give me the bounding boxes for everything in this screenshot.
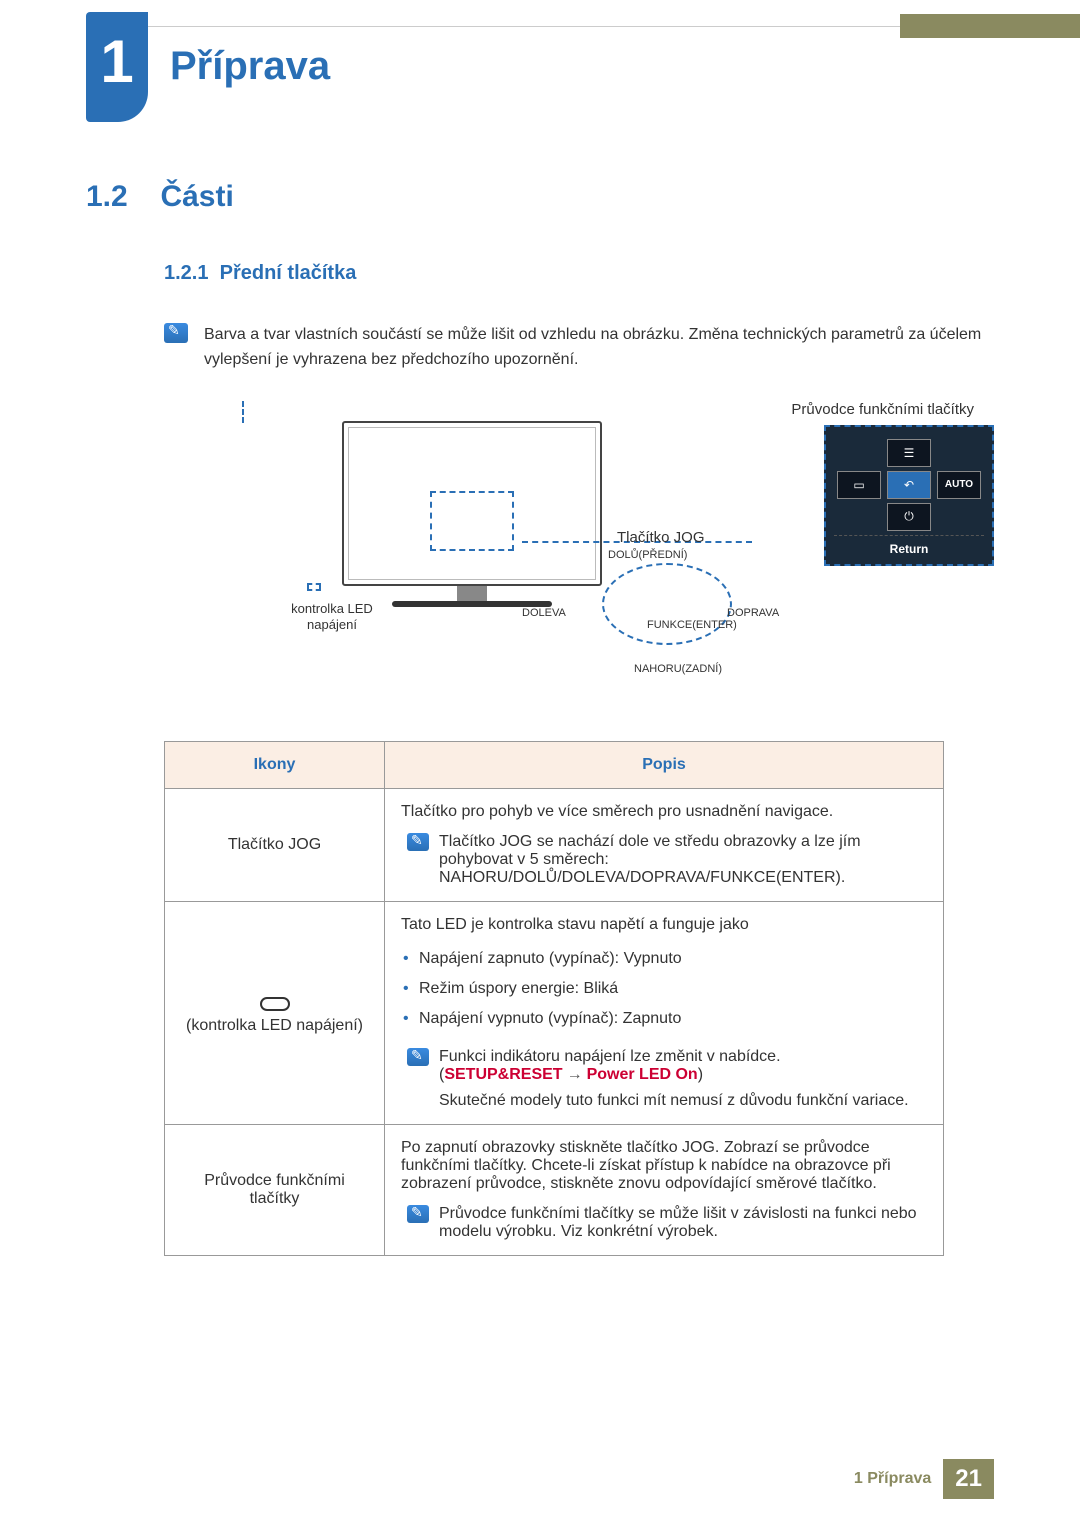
arrow-icon: → [563, 1066, 587, 1083]
menu-path-right: Power LED On [587, 1066, 698, 1083]
inner-note: Funkci indikátoru napájení lze změnit v … [407, 1048, 927, 1110]
guide-source-icon: ▭ [837, 471, 881, 499]
guide-back-icon: ↶ [887, 471, 931, 499]
desc-cell-led: Tato LED je kontrolka stavu napětí a fun… [385, 901, 944, 1124]
power-led-label: kontrolka LED napájení [272, 601, 392, 635]
icon-cell-guide: Průvodce funkčními tlačítky [165, 1124, 385, 1255]
onscreen-guide-callout [430, 491, 514, 551]
guide-return-label: Return [834, 535, 984, 556]
note-icon [407, 833, 429, 851]
function-key-guide-panel: ☰ ▭ ↶ AUTO ⏻ Return [824, 425, 994, 566]
guide-label: Průvodce funkčními tlačítky [791, 401, 974, 418]
note-icon [407, 1205, 429, 1223]
subsection-number: 1.2.1 [164, 262, 208, 284]
power-led-callout [307, 583, 321, 591]
monitor-diagram: Průvodce funkčními tlačítky kontrolka LE… [242, 401, 994, 711]
desc-main: Po zapnutí obrazovky stiskněte tlačítko … [401, 1139, 927, 1193]
header-accent-bar [900, 14, 1080, 38]
description-table: Ikony Popis Tlačítko JOG Tlačítko pro po… [164, 741, 944, 1256]
list-item: Napájení zapnuto (vypínač): Vypnuto [419, 944, 927, 974]
content-area: 1.2 Části 1.2.1 Přední tlačítka Barva a … [86, 180, 994, 1256]
led-label-line2: napájení [307, 617, 357, 632]
led-icon-label: (kontrolka LED napájení) [186, 1017, 363, 1034]
inner-note-text: Průvodce funkčními tlačítky se může liši… [439, 1205, 927, 1241]
table-row: Tlačítko JOG Tlačítko pro pohyb ve více … [165, 788, 944, 901]
desc-cell-jog: Tlačítko pro pohyb ve více směrech pro u… [385, 788, 944, 901]
list-item: Režim úspory energie: Bliká [419, 974, 927, 1004]
footer-page-number: 21 [943, 1459, 994, 1499]
note-icon [164, 323, 188, 343]
led-icon [260, 997, 290, 1011]
jog-button-label: Tlačítko JOG [617, 529, 705, 546]
list-item: Napájení vypnuto (vypínač): Zapnuto [419, 1004, 927, 1034]
icon-cell-jog: Tlačítko JOG [165, 788, 385, 901]
note-icon [407, 1048, 429, 1066]
subsection-title: 1.2.1 Přední tlačítka [164, 262, 356, 284]
desc-main: Tlačítko pro pohyb ve více směrech pro u… [401, 803, 927, 821]
desc-cell-guide: Po zapnutí obrazovky stiskněte tlačítko … [385, 1124, 944, 1255]
jog-direction-up-back: NAHORU(ZADNÍ) [634, 663, 722, 675]
table-header-icons: Ikony [165, 741, 385, 788]
subsection-heading: 1.2.1 Přední tlačítka Barva a tvar vlast… [164, 262, 994, 711]
table-row: Průvodce funkčními tlačítky Po zapnutí o… [165, 1124, 944, 1255]
inner-note-text: Funkci indikátoru napájení lze změnit v … [439, 1048, 909, 1110]
note-line: Funkci indikátoru napájení lze změnit v … [439, 1048, 909, 1066]
inner-note: Průvodce funkčními tlačítky se může liši… [407, 1205, 927, 1241]
footer-chapter-label: 1 Příprava [854, 1470, 943, 1488]
chapter-title: Příprava [170, 44, 330, 89]
table-row: (kontrolka LED napájení) Tato LED je kon… [165, 901, 944, 1124]
subsection-title-text: Přední tlačítka [220, 262, 357, 284]
chapter-number-tab: 1 [86, 12, 148, 122]
jog-direction-down-front: DOLŮ(PŘEDNÍ) [608, 549, 687, 561]
section-title: Části [160, 180, 233, 214]
note-line: Skutečné modely tuto funkci mít nemusí z… [439, 1092, 909, 1110]
jog-direction-right: DOPRAVA [727, 607, 779, 619]
desc-main: Tato LED je kontrolka stavu napětí a fun… [401, 916, 927, 934]
section-heading: 1.2 Části [86, 180, 994, 214]
table-header-desc: Popis [385, 741, 944, 788]
jog-button-callout [602, 563, 732, 645]
header-separator [86, 26, 900, 27]
led-states-list: Napájení zapnuto (vypínač): Vypnuto Reži… [401, 944, 927, 1034]
icon-cell-led: (kontrolka LED napájení) [165, 901, 385, 1124]
guide-menu-icon: ☰ [887, 439, 931, 467]
led-label-line1: kontrolka LED [291, 601, 373, 616]
jog-direction-enter: FUNKCE(ENTER) [647, 619, 737, 631]
note-text: Barva a tvar vlastních součástí se může … [204, 323, 994, 373]
section-number: 1.2 [86, 180, 156, 214]
diagram-dash-vertical [242, 401, 244, 423]
note-block: Barva a tvar vlastních součástí se může … [164, 323, 994, 373]
menu-path-line: (SETUP&RESET→Power LED On) [439, 1066, 909, 1084]
guide-auto-icon: AUTO [937, 471, 981, 499]
inner-note: Tlačítko JOG se nachází dole ve středu o… [407, 833, 927, 887]
inner-note-text: Tlačítko JOG se nachází dole ve středu o… [439, 833, 927, 887]
guide-power-icon: ⏻ [887, 503, 931, 531]
menu-path-left: SETUP&RESET [444, 1066, 562, 1083]
page-footer: 1 Příprava 21 [854, 1459, 994, 1499]
jog-direction-left: DOLEVA [522, 607, 566, 619]
